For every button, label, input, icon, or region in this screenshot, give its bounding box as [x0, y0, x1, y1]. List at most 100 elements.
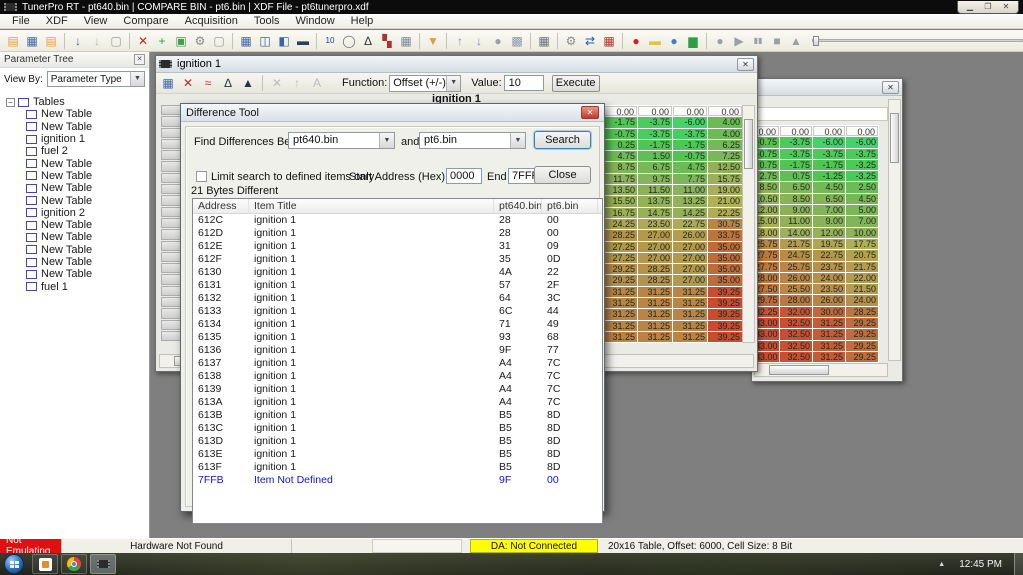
table-cell[interactable]: -1.75	[813, 159, 845, 171]
diff-row[interactable]: 6136 ignition 1 9F 77	[193, 344, 602, 357]
table-cell[interactable]: -1.75	[780, 159, 812, 171]
table-cell[interactable]: 29.25	[846, 329, 878, 340]
diff-row[interactable]: 6133 ignition 1 6C 44	[193, 305, 602, 318]
table-cell[interactable]: -1.75	[603, 117, 637, 128]
save-table-icon[interactable]: ▦	[159, 74, 177, 92]
table-cell[interactable]: 29.25	[603, 275, 637, 286]
table-cell[interactable]: 11.50	[638, 185, 672, 196]
table-cell[interactable]: 0.75	[780, 171, 812, 182]
table-cell[interactable]: 32.00	[780, 306, 812, 318]
table-cell[interactable]: -1.25	[813, 171, 845, 182]
tree-item-new-table[interactable]: New Table	[26, 157, 149, 170]
menu-file[interactable]: File	[4, 15, 38, 27]
table-cell[interactable]: 26.00	[673, 230, 707, 241]
table-cell[interactable]: 11.00	[780, 216, 812, 227]
table-cell[interactable]: 21.75	[846, 261, 878, 272]
background-vertical-scrollbar[interactable]	[888, 99, 901, 361]
table-cell[interactable]: 12.50	[708, 162, 742, 173]
table-cell[interactable]: 27.00	[638, 230, 672, 241]
table-cell[interactable]: 32.50	[780, 329, 812, 340]
copy-icon[interactable]: ▩	[508, 32, 526, 50]
diff-row[interactable]: 6130 ignition 1 4A 22	[193, 266, 602, 279]
table-cell[interactable]: 31.25	[673, 309, 707, 320]
table-cell[interactable]: 7.00	[813, 205, 845, 216]
table-cell[interactable]: 4.50	[813, 182, 845, 193]
table-cell[interactable]: 31.25	[638, 331, 672, 343]
table-cell[interactable]: 13.25	[673, 196, 707, 207]
diff-column-item-title[interactable]: Item Title	[249, 199, 494, 213]
move-up-icon[interactable]: ↑	[451, 32, 469, 50]
table-cell[interactable]: 6.75	[638, 162, 672, 173]
table-cell[interactable]: 33.75	[708, 230, 742, 241]
show-desktop-button[interactable]	[1014, 553, 1023, 575]
add-item-icon[interactable]: +	[153, 32, 171, 50]
diff-row[interactable]: 613A ignition 1 A4 7C	[193, 396, 602, 409]
wrench-icon[interactable]: ⚙	[191, 32, 209, 50]
diff-row[interactable]: 612E ignition 1 31 09	[193, 240, 602, 253]
table-cell[interactable]: 33.00	[755, 318, 779, 329]
table-cell[interactable]: 2.50	[846, 182, 878, 193]
table-cell[interactable]: 22.00	[846, 272, 878, 284]
taskbar-app1-button[interactable]	[32, 554, 58, 574]
table-cell[interactable]: 28.00	[780, 295, 812, 306]
table-cell[interactable]: 35.00	[708, 275, 742, 286]
minimize-button[interactable]: ▁	[962, 2, 978, 12]
table-cell[interactable]: 30.75	[708, 218, 742, 230]
table-cell[interactable]: 35.00	[708, 241, 742, 252]
table-cell[interactable]: 31.25	[673, 298, 707, 309]
table-cell[interactable]: 28.00	[755, 272, 779, 284]
slider-thumb[interactable]	[813, 36, 819, 46]
table-cell[interactable]: 22.75	[813, 250, 845, 261]
tree-item-new-table[interactable]: New Table	[26, 219, 149, 231]
table-cell[interactable]: -6.00	[673, 117, 707, 128]
table-cell[interactable]: 8.50	[780, 193, 812, 205]
diff-row[interactable]: 613B ignition 1 B5 8D	[193, 409, 602, 422]
tree-item-new-table[interactable]: New Table	[26, 231, 149, 243]
table-cell[interactable]: 10.00	[846, 227, 878, 238]
menu-acquisition[interactable]: Acquisition	[177, 15, 246, 27]
table-cell[interactable]: -0.75	[755, 137, 779, 148]
move-down-icon[interactable]: ↓	[470, 32, 488, 50]
table-cell[interactable]: 23.50	[638, 218, 672, 230]
new-file-icon[interactable]: ▢	[107, 32, 125, 50]
tree-item-new-table[interactable]: New Table	[26, 170, 149, 182]
table-cell[interactable]: 39.25	[708, 298, 742, 309]
table-cell[interactable]: 31.25	[813, 340, 845, 351]
table-cell[interactable]: 18.00	[755, 227, 779, 238]
diff-row[interactable]: 612D ignition 1 28 00	[193, 227, 602, 240]
save-file-icon[interactable]: ▦	[23, 32, 41, 50]
diff-row[interactable]: 6137 ignition 1 A4 7C	[193, 357, 602, 370]
table-cell[interactable]: 9.00	[780, 205, 812, 216]
table-cell[interactable]: 29.75	[755, 295, 779, 306]
view-by-dropdown[interactable]: Parameter Type ▼	[46, 71, 145, 87]
taskbar-chrome-button[interactable]	[61, 554, 87, 574]
search-button[interactable]: Search	[534, 131, 591, 149]
table-cell[interactable]: 27.00	[673, 252, 707, 264]
table-cell[interactable]: 31.25	[638, 286, 672, 298]
table-cell[interactable]: 6.25	[708, 139, 742, 151]
restore-button[interactable]: ❐	[980, 2, 996, 12]
tree-root-tables[interactable]: Tables	[33, 96, 65, 108]
chart-icon[interactable]: ▆	[684, 32, 702, 50]
da-eject-icon[interactable]: ▲	[787, 32, 805, 50]
filter-icon[interactable]: ▼	[424, 32, 442, 50]
table-cell[interactable]: 14.75	[638, 207, 672, 218]
table-cell[interactable]: 4.00	[708, 128, 742, 139]
table-cell[interactable]: 4.75	[603, 151, 637, 162]
diff-column-address[interactable]: Address	[193, 199, 249, 213]
tree-item-new-table[interactable]: New Table	[26, 194, 149, 207]
close-dialog-button[interactable]: Close	[534, 166, 591, 184]
emulator-icon[interactable]: ▦	[535, 32, 553, 50]
diff-row[interactable]: 6135 ignition 1 93 68	[193, 331, 602, 344]
close-button[interactable]: ✕	[998, 2, 1014, 12]
a-axis-icon[interactable]: A	[308, 74, 326, 92]
table-cell[interactable]: 22.25	[708, 207, 742, 218]
datalog-icon[interactable]: ▦	[600, 32, 618, 50]
tree-item-new-table[interactable]: New Table	[26, 256, 149, 268]
table-cell[interactable]: 15.75	[708, 173, 742, 185]
table-cell[interactable]: 28.25	[638, 264, 672, 275]
table-cell[interactable]: 27.25	[603, 252, 637, 264]
table-cell[interactable]: 9.00	[813, 216, 845, 227]
table-cell[interactable]: 21.75	[780, 238, 812, 250]
menu-tools[interactable]: Tools	[246, 15, 288, 27]
